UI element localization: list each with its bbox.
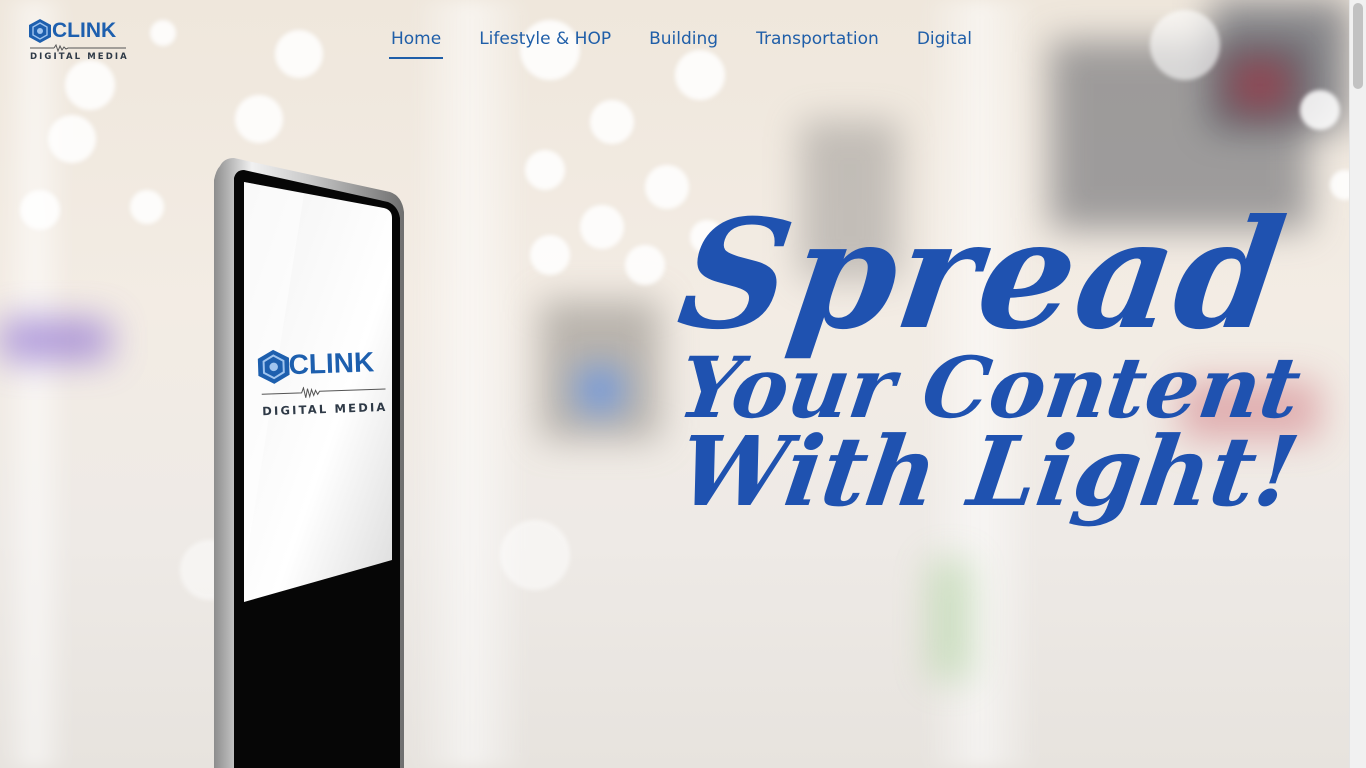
scrollbar-thumb[interactable] xyxy=(1353,3,1363,89)
brand-logo[interactable]: CLINK DIGITAL MEDIA xyxy=(28,18,129,62)
kiosk-display-image: CLINK DIGITAL MEDIA xyxy=(212,156,412,768)
headline-line-3: With Light! xyxy=(672,415,1306,528)
brand-tagline: DIGITAL MEDIA xyxy=(30,52,129,62)
hero-headline: Spread Your Content With Light! xyxy=(670,187,1307,528)
vertical-scrollbar[interactable] xyxy=(1349,0,1366,768)
nav-item-digital[interactable]: Digital xyxy=(917,29,972,59)
hero-section: CLINK DIGITAL MEDIA Home Lifestyle & HOP… xyxy=(0,0,1349,768)
soundwave-icon xyxy=(30,44,126,52)
kiosk-brand-name: CLINK xyxy=(288,346,375,381)
main-nav: Home Lifestyle & HOP Building Transporta… xyxy=(388,29,1010,59)
hexagon-logo-icon xyxy=(257,349,290,384)
nav-item-home[interactable]: Home xyxy=(388,29,444,59)
brand-name: CLINK xyxy=(52,19,117,42)
hexagon-logo-icon xyxy=(29,19,51,43)
nav-item-building[interactable]: Building xyxy=(649,29,718,59)
nav-item-transportation[interactable]: Transportation xyxy=(756,29,879,59)
nav-item-lifestyle-hop[interactable]: Lifestyle & HOP xyxy=(479,29,611,59)
headline-line-1: Spread xyxy=(669,187,1297,363)
